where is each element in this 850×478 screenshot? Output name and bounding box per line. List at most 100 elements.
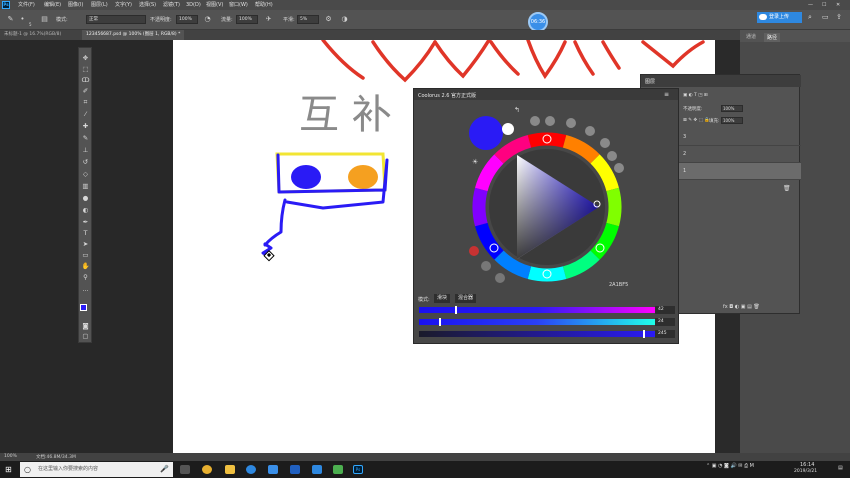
pressure-size-icon[interactable]: ◑ [340, 15, 349, 24]
menu-type[interactable]: 文字(Y) [115, 1, 132, 9]
opacity-field[interactable]: 100% [176, 15, 198, 24]
blue-value[interactable]: 245 [655, 330, 675, 338]
brush-settings-icon[interactable]: ▤ [40, 15, 49, 24]
previous-color-swatch[interactable] [502, 123, 514, 135]
menu-layer[interactable]: 图层(L) [91, 1, 108, 9]
flow-field[interactable]: 100% [236, 15, 258, 24]
microphone-icon[interactable]: 🎤 [160, 462, 169, 477]
color-mixer-icon[interactable] [469, 246, 479, 256]
share-icon[interactable]: ⇪ [836, 13, 842, 21]
foreground-color-swatch[interactable] [80, 304, 87, 311]
brush-tool-icon[interactable]: ✎ [6, 15, 15, 24]
pen-icon[interactable]: ✒ [81, 218, 90, 227]
maximize-icon[interactable]: ☐ [822, 1, 826, 9]
options-bar: ✎ • 5 ▤ 模式: 正常 不透明度: 100% ◔ 流量: 100% ✈ 平… [0, 10, 850, 30]
brush-icon[interactable]: ✎ [81, 134, 90, 143]
doc-size[interactable]: 文档:46.8M/34.3M [36, 454, 76, 460]
quick-mask-icon[interactable]: ◙ [81, 322, 90, 331]
gradient-icon[interactable]: ▥ [81, 182, 90, 191]
hand-icon[interactable]: ✋ [81, 262, 90, 271]
green-slider[interactable] [419, 319, 655, 325]
current-color-swatch[interactable] [469, 116, 503, 150]
menu-select[interactable]: 选择(S) [139, 1, 156, 9]
type-icon[interactable]: T [81, 229, 90, 238]
layer-fill-field[interactable]: 100% [721, 117, 743, 124]
login-upload-button[interactable]: 登录上传 [757, 12, 802, 23]
screen-mode-icon[interactable]: ▢ [81, 332, 90, 341]
smoothing-field[interactable]: 5% [297, 15, 319, 24]
taskbar-search-input[interactable]: ○ 在这里输入你要搜索的内容 🎤 [20, 462, 173, 477]
layer-bottom-icons[interactable]: fx ◘ ◐ ▣ ▤ 🗑 [723, 304, 760, 310]
workspace-icon[interactable]: ▭ [822, 13, 829, 21]
dodge-icon[interactable]: ◐ [81, 206, 90, 215]
red-slider-thumb[interactable] [455, 306, 457, 314]
coolorus-title: Coolorus 2.6 官方正式版 [418, 93, 477, 99]
close-icon[interactable]: ✕ [836, 1, 840, 9]
layer-opacity-label: 不透明度: [683, 107, 703, 112]
file-explorer-icon[interactable] [225, 465, 235, 474]
eyedropper-icon[interactable]: ⁄ [81, 110, 90, 119]
more-tools-icon[interactable]: … [81, 285, 90, 294]
windows-start-icon[interactable]: ⊞ [5, 465, 12, 474]
zoom-icon[interactable]: ⚲ [81, 273, 90, 282]
shape-icon[interactable]: ▭ [81, 251, 90, 260]
search-icon[interactable]: ⌕ [808, 13, 812, 22]
trash-icon[interactable]: 🗑 [783, 185, 791, 192]
mode-select[interactable]: 正常 [86, 15, 146, 24]
menu-file[interactable]: 文件(F) [18, 1, 35, 9]
brush-preset-picker[interactable]: • [18, 15, 27, 24]
menu-3d[interactable]: 3D(D) [186, 1, 201, 9]
tool-button-icon[interactable] [495, 273, 505, 283]
task-view-icon[interactable] [180, 465, 190, 474]
photoshop-taskbar-icon[interactable]: Ps [353, 465, 363, 474]
tray-icons[interactable]: ⌃ ▣ ◔ ◙ 🔊 ✉ ⎙ M [706, 463, 754, 469]
airbrush-icon[interactable]: ✈ [264, 15, 273, 24]
doc-tab-untitled[interactable]: 未标题-1 @ 16.7%(RGB/8) [0, 30, 65, 40]
stamp-icon[interactable]: ⊥ [81, 146, 90, 155]
menu-image[interactable]: 图像(I) [68, 1, 83, 9]
menu-window[interactable]: 窗口(W) [229, 1, 248, 9]
notifications-icon[interactable]: ▤ [838, 465, 843, 471]
move-icon[interactable]: ✥ [81, 54, 90, 63]
netdisk-icon[interactable] [312, 465, 322, 474]
app-icon-green[interactable] [333, 465, 343, 474]
zoom-level[interactable]: 100% [4, 454, 17, 459]
panel-menu-icon[interactable]: ≡ [664, 91, 669, 98]
photoshop-logo-icon: Ps [2, 1, 10, 9]
doc-tab-active[interactable]: 123456687.psd @ 100% (图层 1, RGB/8) * [82, 30, 185, 40]
eraser-icon[interactable]: ◇ [81, 170, 90, 179]
healing-icon[interactable]: ✚ [81, 122, 90, 131]
quick-select-icon[interactable]: ✐ [81, 87, 90, 96]
tool-button-icon[interactable] [481, 261, 491, 271]
app-icon-blue[interactable] [268, 465, 278, 474]
green-value[interactable]: 24 [655, 318, 675, 326]
mixer-button[interactable]: 混合器 [455, 294, 477, 303]
menu-help[interactable]: 帮助(H) [255, 1, 273, 9]
menu-filter[interactable]: 滤镜(T) [163, 1, 180, 9]
sliders-button[interactable]: 滑块 [434, 294, 451, 303]
pressure-opacity-icon[interactable]: ◔ [203, 15, 212, 24]
red-value[interactable]: 42 [655, 306, 675, 314]
path-select-icon[interactable]: ➤ [81, 240, 90, 249]
layer-opacity-field[interactable]: 100% [721, 105, 743, 112]
layer-lock-icons[interactable]: ⊠ ✎ ✥ ⬚ 🔒 [683, 118, 710, 123]
menu-edit[interactable]: 编辑(E) [44, 1, 61, 9]
minimize-icon[interactable]: — [808, 1, 813, 9]
tab-channels[interactable]: 通道 [746, 33, 756, 40]
history-brush-icon[interactable]: ↺ [81, 158, 90, 167]
blur-icon[interactable]: ● [81, 194, 90, 203]
marquee-icon[interactable]: ⬚ [81, 65, 90, 74]
tab-paths[interactable]: 路径 [764, 33, 781, 42]
app-icon-dark-blue[interactable] [290, 465, 300, 474]
gear-icon[interactable]: ⚙ [324, 15, 333, 24]
blue-slider-thumb[interactable] [643, 330, 645, 338]
blue-slider[interactable] [419, 331, 655, 337]
crop-icon[interactable]: ⌗ [81, 98, 90, 107]
green-slider-thumb[interactable] [439, 318, 441, 326]
layer-filter-icons[interactable]: ▣ ◐ T ◳ ⊞ [683, 93, 708, 98]
lasso-icon[interactable]: ↀ [81, 76, 90, 85]
chrome-icon[interactable] [202, 465, 212, 474]
menu-view[interactable]: 视图(V) [206, 1, 223, 9]
menu-bar: Ps 文件(F) 编辑(E) 图像(I) 图层(L) 文字(Y) 选择(S) 滤… [0, 0, 850, 10]
browser-icon[interactable] [246, 465, 256, 474]
